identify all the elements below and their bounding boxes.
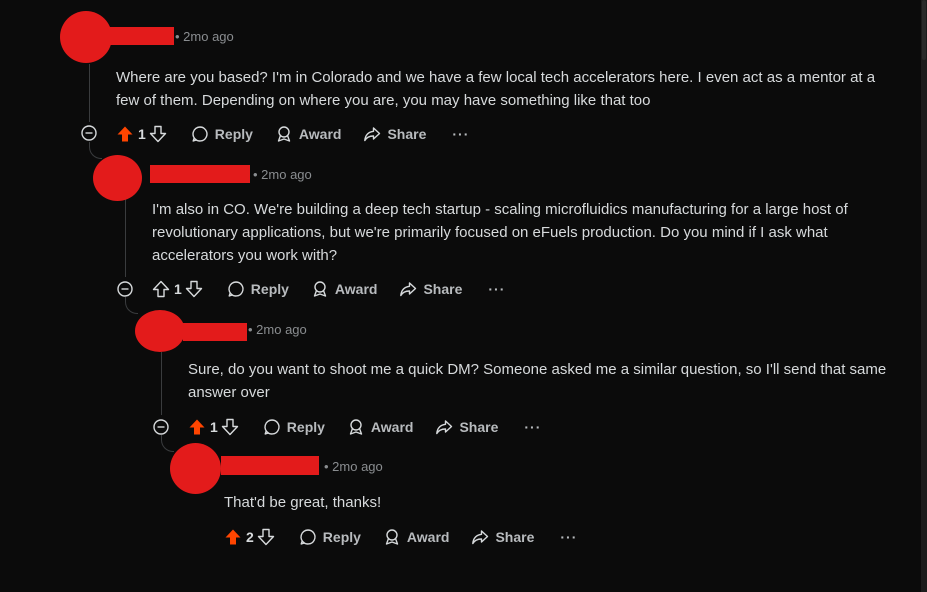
award-label: Award xyxy=(334,281,378,297)
downvote-icon[interactable] xyxy=(149,125,167,143)
share-label: Share xyxy=(387,126,427,142)
share-button[interactable]: Share xyxy=(399,280,462,298)
award-icon xyxy=(277,126,291,142)
redacted-username xyxy=(221,456,319,475)
reply-button[interactable]: Reply xyxy=(227,280,289,298)
vote-count: 1 xyxy=(138,126,146,142)
scrollbar[interactable] xyxy=(921,0,927,592)
reply-button[interactable]: Reply xyxy=(191,125,253,143)
share-label: Share xyxy=(495,529,535,545)
share-icon xyxy=(436,420,453,435)
comment-timestamp: • 2mo ago xyxy=(248,322,307,337)
redacted-username xyxy=(183,323,247,341)
reply-label: Reply xyxy=(322,529,361,545)
collapse-thread-icon[interactable] xyxy=(117,281,133,297)
share-icon xyxy=(364,127,381,142)
avatar[interactable] xyxy=(170,443,221,494)
comment-actions: 1 Reply Award Share ··· xyxy=(116,122,469,146)
award-label: Award xyxy=(298,126,342,142)
upvote-icon[interactable] xyxy=(116,125,134,143)
redacted-username xyxy=(150,165,250,183)
comment-thread-panel: • 2mo ago Where are you based? I'm in Co… xyxy=(0,0,921,592)
reply-label: Reply xyxy=(250,281,289,297)
vote-count: 1 xyxy=(174,281,182,297)
award-button[interactable]: Award xyxy=(275,125,342,143)
reply-button[interactable]: Reply xyxy=(299,528,361,546)
avatar[interactable] xyxy=(60,11,112,63)
scrollbar-thumb[interactable] xyxy=(922,0,926,60)
share-button[interactable]: Share xyxy=(363,125,426,143)
more-options-button[interactable]: ··· xyxy=(524,419,541,435)
comment-actions: 2 Reply Award Share ··· xyxy=(224,525,577,549)
reply-label: Reply xyxy=(286,419,325,435)
comment-timestamp: • 2mo ago xyxy=(324,459,383,474)
collapse-thread-icon[interactable] xyxy=(81,125,97,141)
share-button[interactable]: Share xyxy=(471,528,534,546)
avatar[interactable] xyxy=(135,310,185,352)
vote-group: 1 xyxy=(188,418,239,436)
more-options-button[interactable]: ··· xyxy=(452,126,469,142)
more-options-button[interactable]: ··· xyxy=(560,529,577,545)
award-icon xyxy=(313,281,327,297)
comment-timestamp: • 2mo ago xyxy=(175,29,234,44)
comment-bubble-icon xyxy=(300,529,316,545)
downvote-icon[interactable] xyxy=(257,528,275,546)
comment-body: Sure, do you want to shoot me a quick DM… xyxy=(188,361,887,401)
award-label: Award xyxy=(406,529,450,545)
share-icon xyxy=(472,530,489,545)
thread-elbow xyxy=(161,435,174,452)
award-icon xyxy=(385,529,399,545)
thread-line[interactable] xyxy=(89,64,90,122)
vote-group: 2 xyxy=(224,528,275,546)
upvote-icon[interactable] xyxy=(224,528,242,546)
comment-body: Where are you based? I'm in Colorado and… xyxy=(116,69,876,109)
downvote-icon[interactable] xyxy=(221,418,239,436)
vote-count: 2 xyxy=(246,529,254,545)
share-label: Share xyxy=(459,419,499,435)
vote-group: 1 xyxy=(152,280,203,298)
comment-actions: 1 Reply Award Share ··· xyxy=(188,415,541,439)
vote-group: 1 xyxy=(116,125,167,143)
comment-bubble-icon xyxy=(228,281,244,297)
award-label: Award xyxy=(370,419,414,435)
thread-elbow xyxy=(89,142,102,159)
reply-label: Reply xyxy=(214,126,253,142)
comment-actions: 1 Reply Award Share ··· xyxy=(152,277,505,301)
comment-bubble-icon xyxy=(192,126,208,142)
share-icon xyxy=(400,282,417,297)
redacted-username xyxy=(108,27,174,45)
upvote-icon[interactable] xyxy=(152,280,170,298)
thread-line[interactable] xyxy=(125,199,126,277)
award-button[interactable]: Award xyxy=(311,280,378,298)
avatar[interactable] xyxy=(93,155,142,201)
comment-timestamp: • 2mo ago xyxy=(253,167,312,182)
thread-line[interactable] xyxy=(161,352,162,415)
share-label: Share xyxy=(423,281,463,297)
collapse-thread-icon[interactable] xyxy=(153,419,169,435)
upvote-icon[interactable] xyxy=(188,418,206,436)
thread-elbow xyxy=(125,297,138,314)
downvote-icon[interactable] xyxy=(185,280,203,298)
vote-count: 1 xyxy=(210,419,218,435)
share-button[interactable]: Share xyxy=(435,418,498,436)
comment-bubble-icon xyxy=(264,419,280,435)
comment-body: That'd be great, thanks! xyxy=(224,494,382,511)
comment-body: I'm also in CO. We're building a deep te… xyxy=(152,201,848,264)
award-icon xyxy=(349,419,363,435)
reply-button[interactable]: Reply xyxy=(263,418,325,436)
more-options-button[interactable]: ··· xyxy=(488,281,505,297)
award-button[interactable]: Award xyxy=(347,418,414,436)
award-button[interactable]: Award xyxy=(383,528,450,546)
